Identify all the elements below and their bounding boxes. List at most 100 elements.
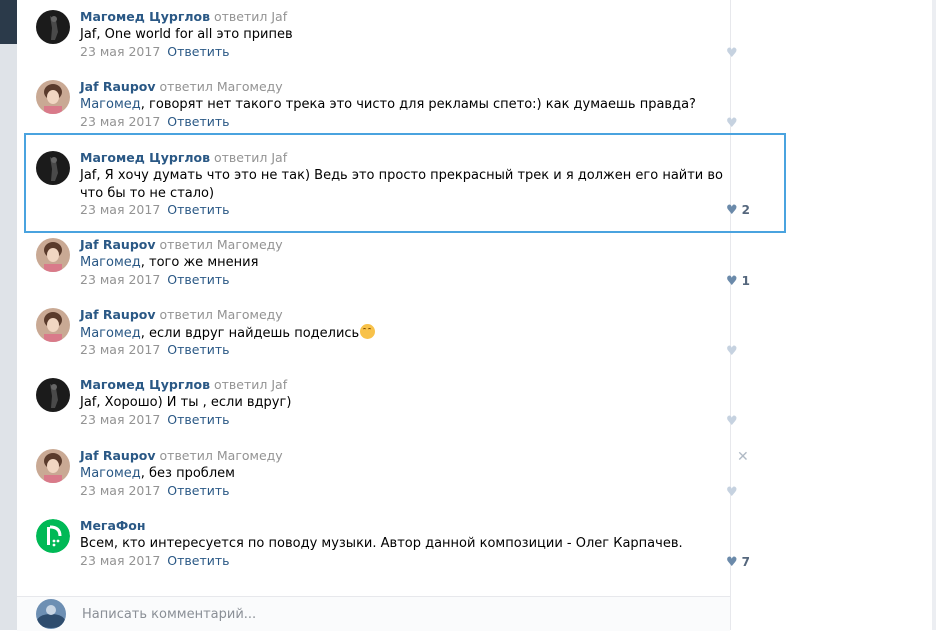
comment-header: Магомед Цурглов ответил Jaf — [80, 9, 287, 25]
avatar[interactable] — [36, 599, 66, 629]
reply-button[interactable]: Ответить — [167, 342, 229, 357]
like-button[interactable]: ♥ 1 — [726, 274, 750, 289]
comment-text: Jaf, One world for all это припев — [80, 26, 740, 44]
heart-icon: ♥ — [726, 46, 738, 61]
reply-to-label[interactable]: ответил Jaf — [214, 9, 287, 24]
avatar[interactable] — [36, 449, 70, 483]
avatar[interactable] — [36, 80, 70, 114]
reply-to-label[interactable]: ответил Магомеду — [160, 237, 283, 252]
like-button[interactable]: ♥ — [726, 414, 742, 429]
avatar[interactable] — [36, 238, 70, 272]
comment-meta: 23 мая 2017 Ответить — [80, 553, 230, 569]
comment-composer — [17, 596, 730, 631]
comment-header: Jaf Raupov ответил Магомеду — [80, 237, 283, 253]
mention[interactable]: Jaf — [80, 27, 96, 42]
reply-to-label[interactable]: ответил Магомеду — [160, 79, 283, 94]
comment-item: МегаФон Всем, кто интересуется по поводу… — [17, 509, 787, 579]
left-header-shade — [0, 0, 17, 44]
comments-list: Магомед Цурглов ответил Jaf Jaf, One wor… — [17, 0, 750, 630]
comment-date[interactable]: 23 мая 2017 — [80, 553, 160, 568]
comment-body: , One world for all это припев — [96, 27, 293, 42]
comment-body: , если вдруг найдешь поделись — [140, 326, 360, 341]
scrollbar-track[interactable] — [932, 0, 936, 630]
reply-to-label[interactable]: ответил Jaf — [214, 377, 287, 392]
comment-date[interactable]: 23 мая 2017 — [80, 114, 160, 129]
comment-meta: 23 мая 2017 Ответить — [80, 342, 230, 358]
mention[interactable]: Jaf — [80, 395, 96, 410]
reply-button[interactable]: Ответить — [167, 114, 229, 129]
reply-button[interactable]: Ответить — [167, 272, 229, 287]
author-name[interactable]: Jaf Raupov — [80, 448, 156, 463]
comment-text: Магомед, говорят нет такого трека это чи… — [80, 96, 740, 114]
reply-to-label[interactable]: ответил Магомеду — [160, 307, 283, 322]
avatar[interactable] — [36, 10, 70, 44]
avatar[interactable] — [36, 519, 70, 553]
comment-item: Магомед Цурглов ответил Jaf Jaf, One wor… — [17, 0, 787, 70]
author-name[interactable]: Магомед Цурглов — [80, 377, 210, 392]
comment-item: Jaf Raupov ответил Магомеду Магомед, без… — [17, 439, 787, 509]
author-name[interactable]: Jaf Raupov — [80, 79, 156, 94]
comment-body: , того же мнения — [140, 255, 259, 270]
heart-icon: ♥ — [726, 274, 738, 289]
comment-item: Jaf Raupov ответил Магомеду Магомед, гов… — [17, 70, 787, 140]
comment-date[interactable]: 23 мая 2017 — [80, 342, 160, 357]
comment-header: МегаФон — [80, 518, 146, 534]
heart-icon: ♥ — [726, 485, 738, 500]
left-background-strip — [0, 0, 17, 630]
comment-header: Jaf Raupov ответил Магомеду — [80, 307, 283, 323]
comment-body: , говорят нет такого трека это чисто для… — [140, 97, 696, 112]
highlighted-comment-frame — [24, 133, 786, 233]
comment-meta: 23 мая 2017 Ответить — [80, 44, 230, 60]
mention[interactable]: Магомед — [80, 255, 141, 270]
author-name[interactable]: Jaf Raupov — [80, 307, 156, 322]
comment-date[interactable]: 23 мая 2017 — [80, 272, 160, 287]
heart-icon: ♥ — [726, 555, 738, 570]
heart-icon: ♥ — [726, 414, 738, 429]
comment-item: Jaf Raupov ответил Магомеду Магомед, есл… — [17, 298, 787, 368]
reply-to-label[interactable]: ответил Магомеду — [160, 448, 283, 463]
heart-icon: ♥ — [726, 344, 738, 359]
mention[interactable]: Магомед — [80, 97, 141, 112]
comment-item: Магомед Цурглов ответил Jaf Jaf, Хорошо)… — [17, 368, 787, 438]
comment-text: Jaf, Хорошо) И ты , если вдруг) — [80, 394, 740, 412]
close-icon[interactable]: ✕ — [737, 449, 749, 465]
smile-emoji-icon — [360, 324, 376, 339]
comment-text: Всем, кто интересуется по поводу музыки.… — [80, 535, 740, 553]
heart-icon: ♥ — [726, 116, 738, 131]
comment-header: Jaf Raupov ответил Магомеду — [80, 448, 283, 464]
like-button[interactable]: ♥ — [726, 46, 742, 61]
like-button[interactable]: ♥ 7 — [726, 555, 750, 570]
comment-text: Магомед, если вдруг найдешь поделись — [80, 324, 740, 343]
comment-date[interactable]: 23 мая 2017 — [80, 483, 160, 498]
like-button[interactable]: ♥ — [726, 116, 742, 131]
comment-date[interactable]: 23 мая 2017 — [80, 412, 160, 427]
comment-text: Магомед, без проблем — [80, 465, 740, 483]
like-count: 1 — [741, 274, 751, 288]
avatar[interactable] — [36, 378, 70, 412]
comment-header: Магомед Цурглов ответил Jaf — [80, 377, 287, 393]
avatar[interactable] — [36, 308, 70, 342]
comment-meta: 23 мая 2017 Ответить — [80, 483, 230, 499]
comment-item: Jaf Raupov ответил Магомеду Магомед, тог… — [17, 228, 787, 298]
comment-body: , без проблем — [140, 466, 235, 481]
comment-input[interactable] — [80, 602, 684, 626]
author-name[interactable]: Магомед Цурглов — [80, 9, 210, 24]
mention[interactable]: Магомед — [80, 466, 141, 481]
author-name[interactable]: Jaf Raupov — [80, 237, 156, 252]
author-name[interactable]: МегаФон — [80, 518, 146, 533]
comment-text: Магомед, того же мнения — [80, 254, 740, 272]
comment-meta: 23 мая 2017 Ответить — [80, 412, 230, 428]
comment-meta: 23 мая 2017 Ответить — [80, 114, 230, 130]
comment-header: Jaf Raupov ответил Магомеду — [80, 79, 283, 95]
like-button[interactable]: ♥ — [726, 485, 742, 500]
reply-button[interactable]: Ответить — [167, 412, 229, 427]
reply-button[interactable]: Ответить — [167, 483, 229, 498]
comment-body: Всем, кто интересуется по поводу музыки.… — [80, 536, 683, 551]
comment-date[interactable]: 23 мая 2017 — [80, 44, 160, 59]
like-button[interactable]: ♥ — [726, 344, 742, 359]
comment-meta: 23 мая 2017 Ответить — [80, 272, 230, 288]
like-count: 7 — [741, 555, 751, 569]
reply-button[interactable]: Ответить — [167, 44, 229, 59]
mention[interactable]: Магомед — [80, 326, 141, 341]
reply-button[interactable]: Ответить — [167, 553, 229, 568]
